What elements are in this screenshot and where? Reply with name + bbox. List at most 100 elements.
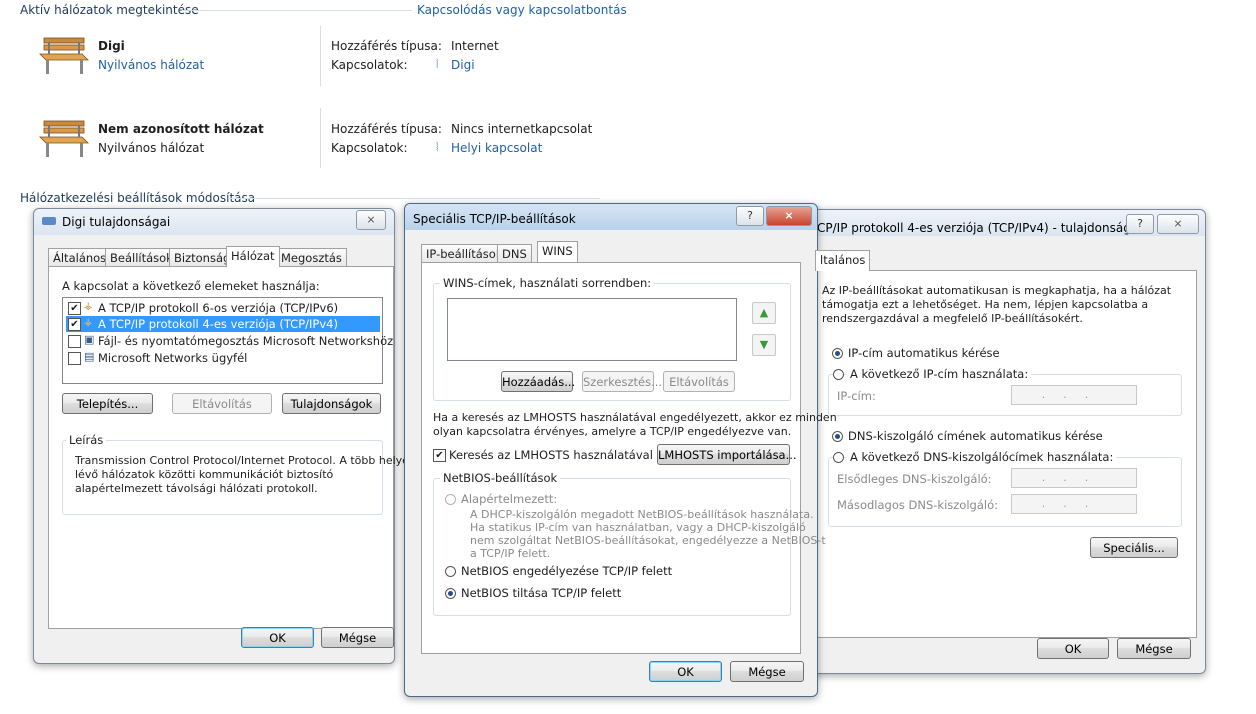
lmhosts-check-label: Keresés az LMHOSTS használatával <box>449 448 653 462</box>
tab-settings[interactable]: Beállítások <box>105 248 178 267</box>
items-list[interactable]: ✔ ⚶ A TCP/IP protokoll 6-os verziója (TC… <box>62 297 393 384</box>
help-button[interactable]: ? <box>1126 214 1154 234</box>
netbios-disable-label: NetBIOS tiltása TCP/IP felett <box>461 586 622 600</box>
auto-ip-label: IP-cím automatikus kérése <box>848 346 1000 360</box>
item-checkbox[interactable]: ✔ <box>68 318 81 331</box>
default-desc-line: A DHCP-kiszolgálón megadott NetBIOS-beál… <box>470 508 814 521</box>
ip-group: A következő IP-cím használata: IP-cím: .… <box>828 367 1182 416</box>
description-line: Transmission Control Protocol/Internet P… <box>75 454 416 467</box>
auto-dns-label: DNS-kiszolgáló címének automatikus kérés… <box>848 429 1103 443</box>
primary-dns-field[interactable]: ... <box>1011 468 1137 488</box>
tab-wins[interactable]: WINS <box>537 241 578 262</box>
bench-network-icon <box>39 120 89 157</box>
netbios-group: NetBIOS-beállítások Alapértelmezett: A D… <box>433 471 826 616</box>
item-checkbox[interactable] <box>68 352 81 365</box>
move-up-icon[interactable]: ▲ <box>752 302 776 324</box>
tab-general[interactable]: Általános <box>48 248 112 267</box>
description-label: Leírás <box>66 433 107 447</box>
tab-ip-settings[interactable]: IP-beállítások <box>421 244 508 263</box>
tab-dns[interactable]: DNS <box>497 244 532 263</box>
manual-ip-radio[interactable] <box>833 369 844 380</box>
close-button[interactable]: ⨯ <box>356 210 386 230</box>
item-checkbox[interactable]: ✔ <box>68 302 81 315</box>
divider <box>320 108 321 168</box>
cancel-button[interactable]: Mégse <box>730 661 804 682</box>
lmhosts-checkbox[interactable]: ✔ <box>433 449 446 462</box>
manual-ip-label: A következő IP-cím használata: <box>847 367 1032 381</box>
list-item-selected[interactable]: ✔ ⚶ A TCP/IP protokoll 4-es verziója (TC… <box>66 316 380 332</box>
item-label: Fájl- és nyomtatómegosztás Microsoft Net… <box>98 334 394 348</box>
wins-group: WINS-címek, használati sorrendben: ▲ ▼ H… <box>433 276 791 401</box>
title-bar[interactable]: Speciális TCP/IP-beállítások ? ⨯ <box>405 204 817 230</box>
network-adapter-icon <box>42 217 56 225</box>
auto-ip-radio[interactable] <box>832 348 843 359</box>
connection-digi-link[interactable]: Digi <box>451 58 475 72</box>
connect-disconnect-link[interactable]: Kapcsolódás vagy kapcsolatbontás <box>417 3 627 17</box>
ip-address-field[interactable]: ... <box>1011 385 1137 405</box>
close-button[interactable]: ⨯ <box>1157 214 1199 234</box>
info-line: Az IP-beállításokat automatikusan is meg… <box>822 284 1172 297</box>
ip-address-label: IP-cím: <box>837 389 876 403</box>
add-button[interactable]: Hozzáadás... <box>501 371 575 392</box>
lmhosts-import-button[interactable]: LMHOSTS importálása... <box>657 444 797 465</box>
plug-icon: ⦚ <box>436 57 439 71</box>
secondary-dns-label: Másodlagos DNS-kiszolgáló: <box>837 498 998 512</box>
wins-address-list[interactable] <box>447 298 737 361</box>
item-label: A TCP/IP protokoll 6-os verziója (TCP/IP… <box>98 301 339 315</box>
netbios-default-radio[interactable] <box>445 494 456 505</box>
printer-icon: ▣ <box>84 333 95 346</box>
help-button[interactable]: ? <box>736 206 764 226</box>
install-button[interactable]: Telepítés... <box>62 393 153 414</box>
ok-button[interactable]: OK <box>649 661 722 682</box>
connection-local-link[interactable]: Helyi kapcsolat <box>451 141 542 155</box>
protocol-icon: ⚶ <box>84 317 93 328</box>
item-label: A TCP/IP protokoll 4-es verziója (TCP/IP… <box>98 317 338 331</box>
divider <box>320 26 321 86</box>
active-networks-title: Aktív hálózatok megtekintése <box>20 3 199 17</box>
remove-button[interactable]: Eltávolítás <box>172 393 272 414</box>
title-bar[interactable]: Digi tulajdonságai ⨯ <box>34 209 394 235</box>
properties-button[interactable]: Tulajdonságok <box>282 393 381 414</box>
ok-button[interactable]: OK <box>241 627 314 648</box>
digi-properties-window: Digi tulajdonságai ⨯ Általános Beállítás… <box>33 208 416 664</box>
access-type-value: Nincs internetkapcsolat <box>451 122 593 136</box>
remove-button[interactable]: Eltávolítás <box>663 371 735 392</box>
advanced-button[interactable]: Speciális... <box>1090 537 1178 558</box>
window-title: CP/IP protokoll 4-es verziója (TCP/IPv4)… <box>817 221 1146 235</box>
secondary-dns-field[interactable]: ... <box>1011 494 1137 514</box>
access-type-label: Hozzáférés típusa: <box>331 39 442 53</box>
list-item[interactable]: ▣ Fájl- és nyomtatómegosztás Microsoft N… <box>66 333 393 349</box>
auto-dns-radio[interactable] <box>832 431 843 442</box>
netbios-enable-radio[interactable] <box>445 566 456 577</box>
tab-panel: WINS-címek, használati sorrendben: ▲ ▼ H… <box>421 262 837 654</box>
window-title: Speciális TCP/IP-beállítások <box>413 212 576 226</box>
ok-button[interactable]: OK <box>1037 638 1109 659</box>
cancel-button[interactable]: Mégse <box>1117 638 1191 659</box>
list-item[interactable]: ✔ ⚶ A TCP/IP protokoll 6-os verziója (TC… <box>66 300 380 316</box>
netbios-disable-radio[interactable] <box>445 588 456 599</box>
item-checkbox[interactable] <box>68 335 81 348</box>
default-desc-line: Ha statikus IP-cím van használatban, vag… <box>470 521 806 534</box>
tab-sharing[interactable]: Megosztás <box>276 248 347 267</box>
ipv4-properties-window: CP/IP protokoll 4-es verziója (TCP/IPv4)… <box>800 209 1206 674</box>
move-down-icon[interactable]: ▼ <box>752 334 776 356</box>
title-bar[interactable]: CP/IP protokoll 4-es verziója (TCP/IPv4)… <box>801 210 1205 236</box>
section-divider <box>228 198 600 199</box>
access-type-value: Internet <box>451 39 499 53</box>
network-type: Nyilvános hálózat <box>98 141 205 155</box>
description-line: alapértelmezett távolsági hálózati proto… <box>75 482 318 495</box>
close-button[interactable]: ⨯ <box>766 206 812 226</box>
primary-dns-label: Elsődleges DNS-kiszolgáló: <box>837 472 992 486</box>
lmhosts-info-line: olyan kapcsolatra érvényes, amelyre a TC… <box>433 425 792 438</box>
cancel-button[interactable]: Mégse <box>321 627 394 648</box>
netbios-label: NetBIOS-beállítások <box>440 471 561 485</box>
manual-dns-radio[interactable] <box>833 452 844 463</box>
network-type-link[interactable]: Nyilvános hálózat <box>98 58 204 72</box>
section-divider <box>182 10 412 11</box>
info-line: támogatja ezt a lehetőséget. Ha nem, lép… <box>822 298 1149 311</box>
tab-general[interactable]: ltalános <box>815 250 871 271</box>
list-item[interactable]: ▤ Microsoft Networks ügyfél <box>66 350 380 366</box>
tab-network[interactable]: Hálózat <box>226 246 280 267</box>
netbios-enable-label: NetBIOS engedélyezése TCP/IP felett <box>461 564 673 578</box>
edit-button[interactable]: Szerkesztés... <box>582 371 662 392</box>
